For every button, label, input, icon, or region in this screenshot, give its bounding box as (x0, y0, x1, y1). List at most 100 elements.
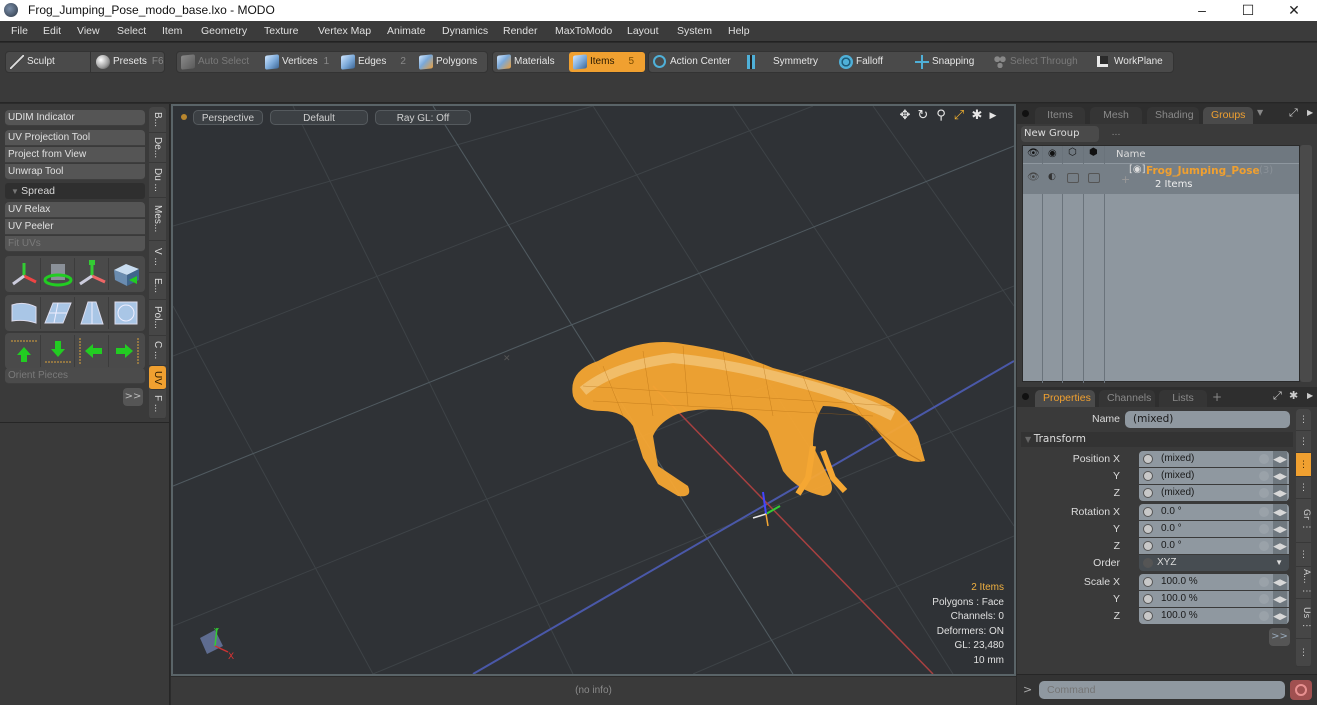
group-visibility-eye-icon[interactable]: 👁 (1027, 172, 1040, 183)
project-from-view-button[interactable]: Project from View (5, 147, 145, 163)
more-properties-button[interactable]: >> (1269, 628, 1290, 646)
tabs-dropdown-icon[interactable]: ▼ (1257, 108, 1263, 117)
tab-properties[interactable]: Properties (1035, 390, 1095, 407)
panel-menu-arrow-icon[interactable]: ▶ (1307, 108, 1313, 117)
select-through-button[interactable]: Select Through (989, 52, 1089, 72)
animate-dot-icon[interactable] (1143, 558, 1153, 568)
tab-lists[interactable]: Lists (1159, 390, 1207, 407)
animate-dot-icon[interactable] (1143, 471, 1153, 481)
scale-z-field[interactable]: 100.0 % ◀▶ (1139, 608, 1289, 624)
rotation-x-field[interactable]: 0.0 ° ◀▶ (1139, 504, 1289, 520)
menu-geometry[interactable]: Geometry (201, 25, 247, 37)
action-center-button[interactable]: Action Center (649, 52, 737, 72)
fit-uvs-button[interactable]: Fit UVs (5, 236, 145, 252)
perspective-projection-button[interactable] (75, 297, 109, 329)
animate-dot-icon[interactable] (1143, 594, 1153, 604)
panel-menu-arrow-icon[interactable]: ▶ (1307, 391, 1313, 400)
shading-style-dropdown[interactable]: Default (270, 110, 368, 125)
menu-system[interactable]: System (677, 25, 712, 37)
rotation-order-dropdown[interactable]: XYZ ▼ (1139, 555, 1289, 571)
menu-vertex-map[interactable]: Vertex Map (318, 25, 371, 37)
edges-button[interactable]: Edges 2 (337, 52, 413, 72)
drag-arrows-icon[interactable]: ◀▶ (1273, 538, 1287, 554)
tab-groups[interactable]: Groups (1203, 107, 1253, 124)
cylindrical-projection-button[interactable] (7, 297, 41, 329)
transform-section[interactable]: ▼ Transform (1021, 432, 1293, 447)
expand-panel-icon[interactable]: ⤢ (1273, 389, 1282, 403)
drag-arrows-icon[interactable]: ◀▶ (1273, 574, 1287, 590)
pan-icon[interactable]: ✥ (898, 108, 912, 124)
render-column-icon[interactable]: ◉ (1048, 148, 1057, 159)
align-bottom-button[interactable] (41, 335, 75, 367)
vertices-button[interactable]: Vertices 1 (261, 52, 335, 72)
3d-viewport[interactable]: ✕ Y X Perspective Default Ray GL: Off ✥ … (171, 104, 1016, 676)
vtab-uv[interactable]: UV (149, 366, 166, 390)
menu-animate[interactable]: Animate (387, 25, 426, 37)
side-tab[interactable]: ⋮ (1296, 477, 1311, 499)
side-tab-active[interactable]: ⋮ (1296, 453, 1311, 477)
menu-render[interactable]: Render (503, 25, 537, 37)
column-name[interactable]: Name (1116, 149, 1146, 160)
position-y-field[interactable]: (mixed) ◀▶ (1139, 468, 1289, 484)
vtab-duplicate[interactable]: Du ... (149, 163, 166, 198)
rotation-y-field[interactable]: 0.0 ° ◀▶ (1139, 521, 1289, 537)
side-tab-groups[interactable]: Gr ⋮ (1296, 499, 1311, 543)
planar-projection-button[interactable] (41, 297, 75, 329)
group-row[interactable]: 👁 ◐ + [◉] Frog_Jumping_Pose (3) 2 Items (1023, 164, 1299, 194)
side-tab[interactable]: ⋮ (1296, 543, 1311, 567)
orbit-icon[interactable]: ↻ (916, 108, 930, 124)
orient-pieces-button[interactable]: Orient Pieces (5, 368, 145, 384)
tab-mesh[interactable]: Mesh ... (1090, 107, 1142, 138)
panel-options-dot[interactable] (1022, 110, 1029, 117)
menu-file[interactable]: File (11, 25, 28, 37)
properties-gear-icon[interactable]: ✱ (1289, 389, 1298, 402)
align-top-button[interactable] (7, 335, 41, 367)
group-select-checkbox[interactable] (1088, 173, 1100, 183)
items-button[interactable]: Items 5 (569, 52, 645, 72)
maximize-button[interactable]: ☐ (1225, 0, 1271, 21)
drag-arrows-icon[interactable]: ◀▶ (1273, 591, 1287, 607)
align-left-button[interactable] (75, 335, 109, 367)
visibility-column-eye-icon[interactable]: 👁 (1027, 148, 1040, 159)
position-z-field[interactable]: (mixed) ◀▶ (1139, 485, 1289, 501)
add-tab-button[interactable]: + (1212, 390, 1222, 404)
tab-shading[interactable]: Shading (1147, 107, 1199, 124)
record-macro-button[interactable] (1290, 680, 1312, 700)
zoom-icon[interactable]: ⚲ (934, 108, 948, 124)
vtab-fusion[interactable]: F ... (149, 390, 166, 419)
sculpt-button[interactable]: Sculpt (6, 52, 88, 72)
menu-select[interactable]: Select (117, 25, 146, 37)
menu-dynamics[interactable]: Dynamics (442, 25, 488, 37)
animate-dot-icon[interactable] (1143, 577, 1153, 587)
side-tab[interactable]: ⋮ (1296, 431, 1311, 453)
side-tab-assembly[interactable]: A... ⋮ (1296, 567, 1311, 599)
unwrap-tool-button[interactable]: Unwrap Tool (5, 164, 145, 180)
snapping-button[interactable]: Snapping (911, 52, 987, 72)
falloff-button[interactable]: Falloff (835, 52, 905, 72)
menu-item[interactable]: Item (162, 25, 182, 37)
vtab-deform[interactable]: De... (149, 133, 166, 163)
align-right-button[interactable] (109, 335, 143, 367)
group-lock-checkbox[interactable] (1067, 173, 1079, 183)
minimize-button[interactable]: – (1179, 0, 1225, 21)
presets-button[interactable]: Presets F6 (92, 52, 164, 72)
side-tab-user[interactable]: Us ⋮ (1296, 599, 1311, 639)
polygons-button[interactable]: Polygons (415, 52, 487, 72)
animate-dot-icon[interactable] (1143, 611, 1153, 621)
vtab-basic[interactable]: B... (149, 107, 166, 133)
workplane-button[interactable]: WorkPlane (1093, 52, 1173, 72)
position-x-field[interactable]: (mixed) ◀▶ (1139, 451, 1289, 467)
lock-column-icon[interactable]: ⬡ (1068, 147, 1077, 158)
select-column-icon[interactable]: ⬢ (1089, 147, 1098, 158)
menu-texture[interactable]: Texture (264, 25, 298, 37)
more-tools-button[interactable]: >> (123, 388, 143, 406)
viewport-menu-arrow-icon[interactable]: ▶ (986, 108, 1000, 124)
uv-peeler-button[interactable]: UV Peeler (5, 219, 145, 235)
animate-dot-icon[interactable] (1143, 454, 1153, 464)
vtab-polygon[interactable]: Pol... (149, 300, 166, 336)
name-field[interactable]: (mixed) (1125, 411, 1290, 428)
menu-layout[interactable]: Layout (627, 25, 659, 37)
side-tab[interactable]: ⋮ (1296, 409, 1311, 431)
raygl-toggle[interactable]: Ray GL: Off (375, 110, 471, 125)
scale-y-field[interactable]: 100.0 % ◀▶ (1139, 591, 1289, 607)
